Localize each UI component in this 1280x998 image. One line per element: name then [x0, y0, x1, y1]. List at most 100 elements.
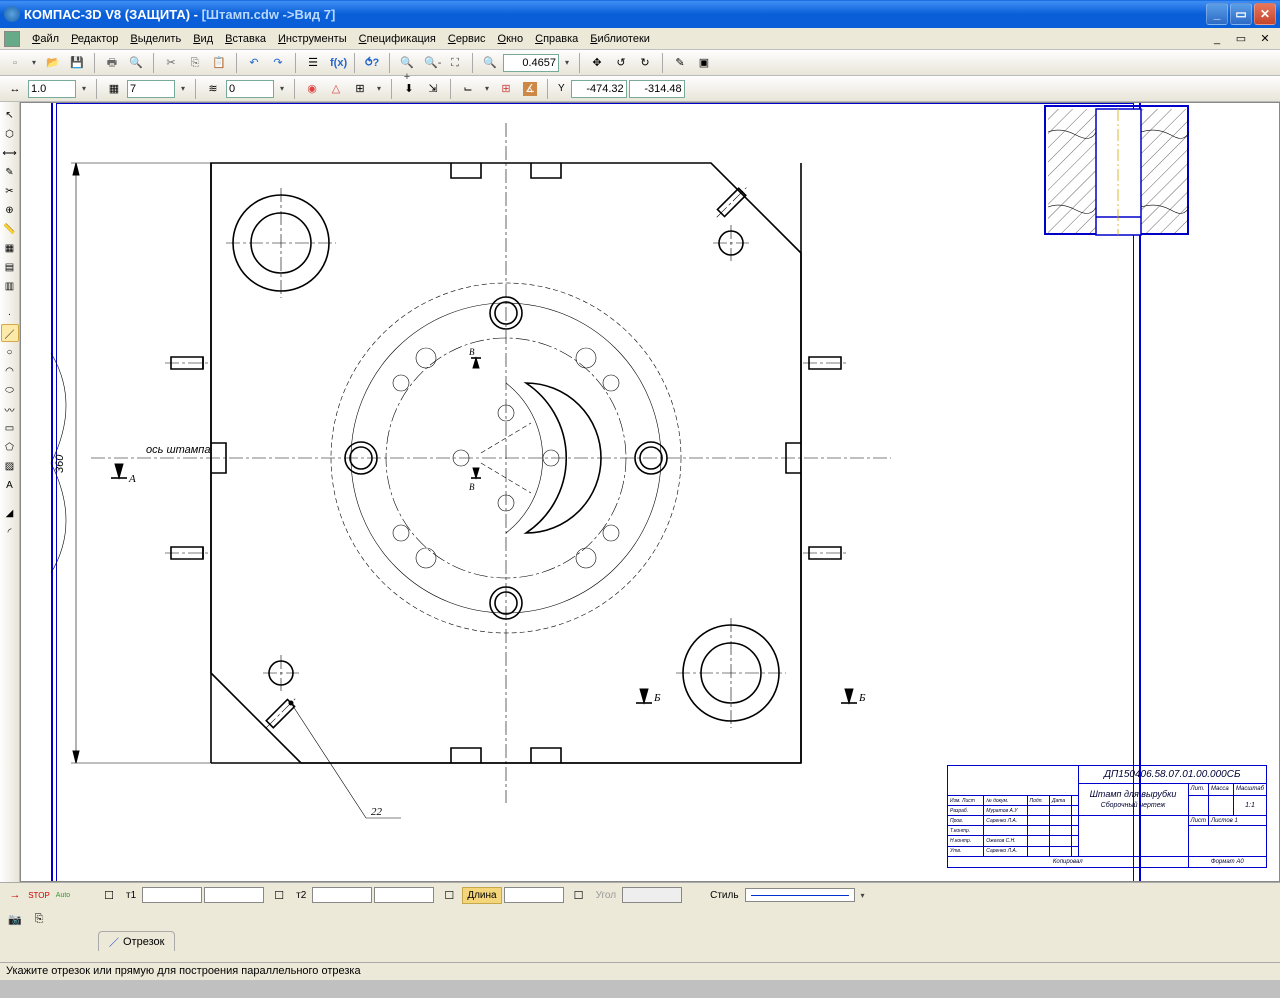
line-tool[interactable]: ／ — [1, 324, 19, 342]
point-tool[interactable]: · — [1, 305, 19, 323]
menu-corner-icon[interactable] — [4, 31, 20, 47]
menu-libs[interactable]: Библиотеки — [584, 31, 656, 47]
level-icon[interactable]: ≋ — [202, 78, 224, 100]
hatch-tool[interactable]: ▨ — [1, 457, 19, 475]
close-button[interactable]: ✕ — [1254, 3, 1276, 25]
snap-endpoint-button[interactable]: ◉ — [301, 78, 323, 100]
zoom-out-button[interactable]: 🔍- — [420, 52, 442, 74]
t1-y-input[interactable] — [204, 887, 264, 903]
step-dropdown[interactable]: ▾ — [78, 84, 90, 93]
snap-grid-button[interactable]: ⊞ — [349, 78, 371, 100]
spline-tool[interactable]: 〰 — [1, 400, 19, 418]
copy-props-button[interactable]: ⎘ — [28, 908, 50, 930]
stop-button[interactable]: STOP — [28, 884, 50, 906]
new-dropdown[interactable]: ▾ — [28, 58, 40, 67]
menu-select[interactable]: Выделить — [124, 31, 187, 47]
circle-tool[interactable]: ○ — [1, 343, 19, 361]
notes-panel[interactable]: ✎ — [1, 163, 19, 181]
screenshot-button[interactable]: 📷 — [4, 908, 26, 930]
redo-button[interactable]: ↷ — [267, 52, 289, 74]
menu-view[interactable]: Вид — [187, 31, 219, 47]
maximize-button[interactable]: ▭ — [1230, 3, 1252, 25]
t2-lock[interactable]: ☐ — [268, 884, 290, 906]
whatsthis-button[interactable]: ⥀? — [361, 52, 383, 74]
preview-button[interactable]: 🔍 — [125, 52, 147, 74]
zoom-dropdown[interactable]: ▾ — [561, 58, 573, 67]
minimize-button[interactable]: _ — [1206, 3, 1228, 25]
pan-button[interactable]: ✥ — [586, 52, 608, 74]
mdi-minimize-button[interactable]: _ — [1206, 28, 1228, 50]
level-input[interactable] — [226, 80, 274, 98]
grid-button[interactable]: ⊞ — [495, 78, 517, 100]
level-dropdown[interactable]: ▾ — [276, 84, 288, 93]
menu-help[interactable]: Справка — [529, 31, 584, 47]
step-input[interactable] — [28, 80, 76, 98]
ellipse-tool[interactable]: ⬭ — [1, 381, 19, 399]
angle-mode-button[interactable]: ∡ — [519, 78, 541, 100]
variables-button[interactable]: f(x) — [326, 52, 348, 74]
fillet-tool[interactable]: ◜ — [1, 523, 19, 541]
zoom-fit-button[interactable]: 🔍 — [479, 52, 501, 74]
open-button[interactable]: 📂 — [42, 52, 64, 74]
cs-dropdown[interactable]: ▾ — [481, 84, 493, 93]
length-input[interactable] — [504, 887, 564, 903]
zoom-next-button[interactable]: ↻ — [634, 52, 656, 74]
ortho-button[interactable]: ⬇ — [398, 78, 420, 100]
menu-tools[interactable]: Инструменты — [272, 31, 353, 47]
fullscreen-button[interactable]: ▣ — [693, 52, 715, 74]
layer-dropdown[interactable]: ▾ — [177, 84, 189, 93]
new-button[interactable]: ▫ — [4, 52, 26, 74]
segment-tab[interactable]: ／ Отрезок — [98, 931, 175, 951]
len-lock[interactable]: ☐ — [438, 884, 460, 906]
properties-button[interactable]: ☰ — [302, 52, 324, 74]
zoom-in-button[interactable]: 🔍+ — [396, 52, 418, 74]
t1-lock[interactable]: ☐ — [98, 884, 120, 906]
menu-window[interactable]: Окно — [492, 31, 530, 47]
round-button[interactable]: ⇲ — [422, 78, 444, 100]
menu-service[interactable]: Сервис — [442, 31, 492, 47]
arrow-tool[interactable]: ↖ — [1, 106, 19, 124]
auto-button[interactable]: Auto — [52, 884, 74, 906]
coord-x-input[interactable] — [571, 80, 627, 98]
redraw-button[interactable]: ✎ — [669, 52, 691, 74]
coord-y-input[interactable] — [629, 80, 685, 98]
t2-y-input[interactable] — [374, 887, 434, 903]
zoom-value-input[interactable] — [503, 54, 559, 72]
assoc-panel[interactable]: ▥ — [1, 277, 19, 295]
dims-panel[interactable]: ⟷ — [1, 144, 19, 162]
style-combo[interactable] — [745, 888, 855, 902]
t2-x-input[interactable] — [312, 887, 372, 903]
text-tool[interactable]: A — [1, 476, 19, 494]
layer-icon[interactable]: ▦ — [103, 78, 125, 100]
save-button[interactable]: 💾 — [66, 52, 88, 74]
local-cs-button[interactable]: ⌙ — [457, 78, 479, 100]
cut-button[interactable]: ✂ — [160, 52, 182, 74]
menu-edit[interactable]: Редактор — [65, 31, 124, 47]
mdi-close-button[interactable]: ✕ — [1254, 28, 1276, 50]
rect-tool[interactable]: ▭ — [1, 419, 19, 437]
copy-button[interactable]: ⎘ — [184, 52, 206, 74]
edit-panel[interactable]: ✂ — [1, 182, 19, 200]
style-dropdown[interactable]: ▾ — [857, 891, 869, 900]
geometry-panel[interactable]: ⬡ — [1, 125, 19, 143]
zoom-prev-button[interactable]: ↺ — [610, 52, 632, 74]
snap-mid-button[interactable]: △ — [325, 78, 347, 100]
polygon-tool[interactable]: ⬠ — [1, 438, 19, 456]
menu-spec[interactable]: Спецификация — [353, 31, 442, 47]
arc-tool[interactable]: ◠ — [1, 362, 19, 380]
print-button[interactable]: 🖶 — [101, 52, 123, 74]
chamfer-tool[interactable]: ◢ — [1, 504, 19, 522]
layer-input[interactable] — [127, 80, 175, 98]
menu-file[interactable]: Файл — [26, 31, 65, 47]
paste-button[interactable]: 📋 — [208, 52, 230, 74]
drawing-canvas[interactable]: 360 ось штампа А Б Б В В — [20, 102, 1280, 882]
t1-x-input[interactable] — [142, 887, 202, 903]
params-panel[interactable]: ⊕ — [1, 201, 19, 219]
zoom-window-button[interactable]: ⛶ — [444, 52, 466, 74]
snap-dropdown[interactable]: ▾ — [373, 84, 385, 93]
undo-button[interactable]: ↶ — [243, 52, 265, 74]
mdi-restore-button[interactable]: ▭ — [1230, 28, 1252, 50]
spec-panel[interactable]: ▤ — [1, 258, 19, 276]
menu-insert[interactable]: Вставка — [219, 31, 272, 47]
measure-panel[interactable]: 📏 — [1, 220, 19, 238]
